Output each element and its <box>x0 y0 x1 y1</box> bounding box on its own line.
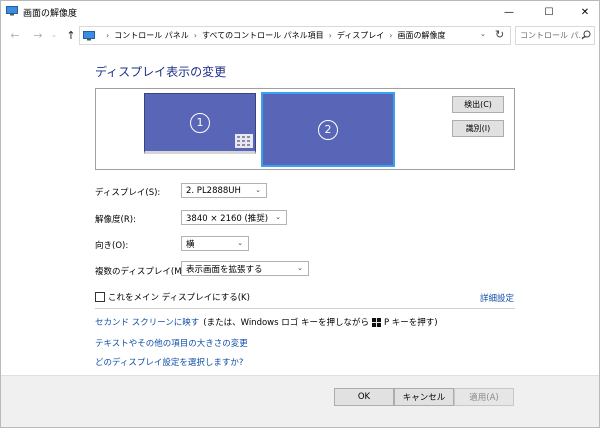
monitor-number: 1 <box>190 112 210 133</box>
orientation-select-value: 横 <box>186 239 195 250</box>
refresh-icon[interactable]: ↻ <box>495 28 504 41</box>
close-icon: ✕ <box>580 6 590 18</box>
divider <box>95 308 515 309</box>
chevron-down-icon: ⌄ <box>51 31 57 39</box>
up-button[interactable]: ↑ <box>64 28 78 42</box>
title-bar: 画面の解像度 — ☐ ✕ <box>1 1 599 23</box>
display-select-value: 2. PL2888UH <box>186 185 241 196</box>
search-input[interactable]: コントロール パ... <box>515 26 595 45</box>
breadcrumb-separator: › <box>193 31 197 40</box>
advanced-settings-link[interactable]: 詳細設定 <box>480 292 514 304</box>
make-main-display-label: これをメイン ディスプレイにする(K) <box>108 293 250 303</box>
arrow-right-icon: → <box>33 28 43 42</box>
monitor-1[interactable]: 1 <box>144 93 256 154</box>
display-label: ディスプレイ(S): <box>95 188 161 198</box>
monitor-icon <box>6 6 18 16</box>
breadcrumb-screen-resolution[interactable]: 画面の解像度 <box>397 30 445 41</box>
detect-button[interactable]: 検出(C) <box>452 96 504 113</box>
back-button[interactable]: ← <box>8 28 22 42</box>
monitor-2[interactable]: 2 <box>261 92 395 167</box>
breadcrumb-separator: › <box>106 31 110 40</box>
second-screen-row: セカンド スクリーンに映す (または、Windows ロゴ キーを押しながら P… <box>95 316 438 328</box>
resolution-label: 解像度(R): <box>95 215 136 225</box>
minimize-icon: — <box>504 6 514 18</box>
dialog-footer: OK キャンセル 適用(A) <box>1 375 599 427</box>
control-panel-icon <box>83 30 95 40</box>
resolution-select-value: 3840 × 2160 (推奨) <box>186 213 269 224</box>
maximize-icon: ☐ <box>544 6 554 18</box>
make-main-display-checkbox[interactable] <box>95 292 105 302</box>
navigation-bar: ← → ⌄ ↑ › コントロール パネル › すべてのコントロール パネル項目 … <box>1 24 599 48</box>
desktop-preview-icon <box>235 134 253 148</box>
chevron-down-icon: ⌄ <box>237 239 243 247</box>
maximize-button[interactable]: ☐ <box>531 1 567 23</box>
chevron-down-icon: ⌄ <box>275 213 281 221</box>
breadcrumb-display[interactable]: ディスプレイ <box>337 30 384 41</box>
resolution-select[interactable]: 3840 × 2160 (推奨) ⌄ <box>181 210 287 225</box>
minimize-button[interactable]: — <box>491 1 527 23</box>
identify-button[interactable]: 識別(I) <box>452 120 504 137</box>
forward-button[interactable]: → <box>31 28 45 42</box>
multiple-displays-select[interactable]: 表示画面を拡張する ⌄ <box>181 261 309 276</box>
monitor-number: 2 <box>318 119 338 140</box>
multiple-displays-label: 複数のディスプレイ(M): <box>95 267 188 277</box>
breadcrumb-separator: › <box>328 31 332 40</box>
second-screen-hint: (または、Windows ロゴ キーを押しながら <box>203 318 369 328</box>
address-dropdown-icon[interactable]: ⌄ <box>480 30 486 38</box>
address-bar[interactable]: › コントロール パネル › すべてのコントロール パネル項目 › ディスプレイ… <box>79 26 511 45</box>
page-title: ディスプレイ表示の変更 <box>95 65 227 79</box>
orientation-select[interactable]: 横 ⌄ <box>181 236 249 251</box>
close-button[interactable]: ✕ <box>567 1 600 23</box>
chevron-down-icon: ⌄ <box>255 186 261 194</box>
chevron-down-icon: ⌄ <box>297 264 303 272</box>
arrow-left-icon: ← <box>10 28 20 42</box>
cancel-button[interactable]: キャンセル <box>394 388 454 406</box>
breadcrumb-control-panel[interactable]: コントロール パネル <box>114 30 189 41</box>
breadcrumb-separator: › <box>389 31 393 40</box>
arrow-up-icon: ↑ <box>66 28 76 42</box>
display-select[interactable]: 2. PL2888UH ⌄ <box>181 183 267 198</box>
search-placeholder: コントロール パ... <box>520 31 587 40</box>
windows-logo-icon <box>371 317 381 327</box>
ok-button[interactable]: OK <box>334 388 394 406</box>
second-screen-link[interactable]: セカンド スクリーンに映す <box>95 316 199 328</box>
display-settings-window: 画面の解像度 — ☐ ✕ ← → ⌄ ↑ › コントロール パネル › すべての… <box>0 0 600 428</box>
search-icon <box>581 30 591 40</box>
text-size-link[interactable]: テキストやその他の項目の大きさの変更 <box>95 337 248 349</box>
breadcrumb-all-items[interactable]: すべてのコントロール パネル項目 <box>202 30 324 41</box>
multiple-displays-select-value: 表示画面を拡張する <box>186 264 263 275</box>
which-settings-link[interactable]: どのディスプレイ設定を選択しますか? <box>95 356 243 368</box>
recent-locations-button[interactable]: ⌄ <box>49 28 59 42</box>
apply-button[interactable]: 適用(A) <box>454 388 514 406</box>
monitor-arrangement-panel: 1 2 検出(C) 識別(I) <box>95 88 515 170</box>
orientation-label: 向き(O): <box>95 241 129 251</box>
make-main-display-row[interactable]: これをメイン ディスプレイにする(K) <box>95 291 250 303</box>
window-title: 画面の解像度 <box>23 9 78 19</box>
second-screen-hint-end: P キーを押す) <box>383 318 438 328</box>
